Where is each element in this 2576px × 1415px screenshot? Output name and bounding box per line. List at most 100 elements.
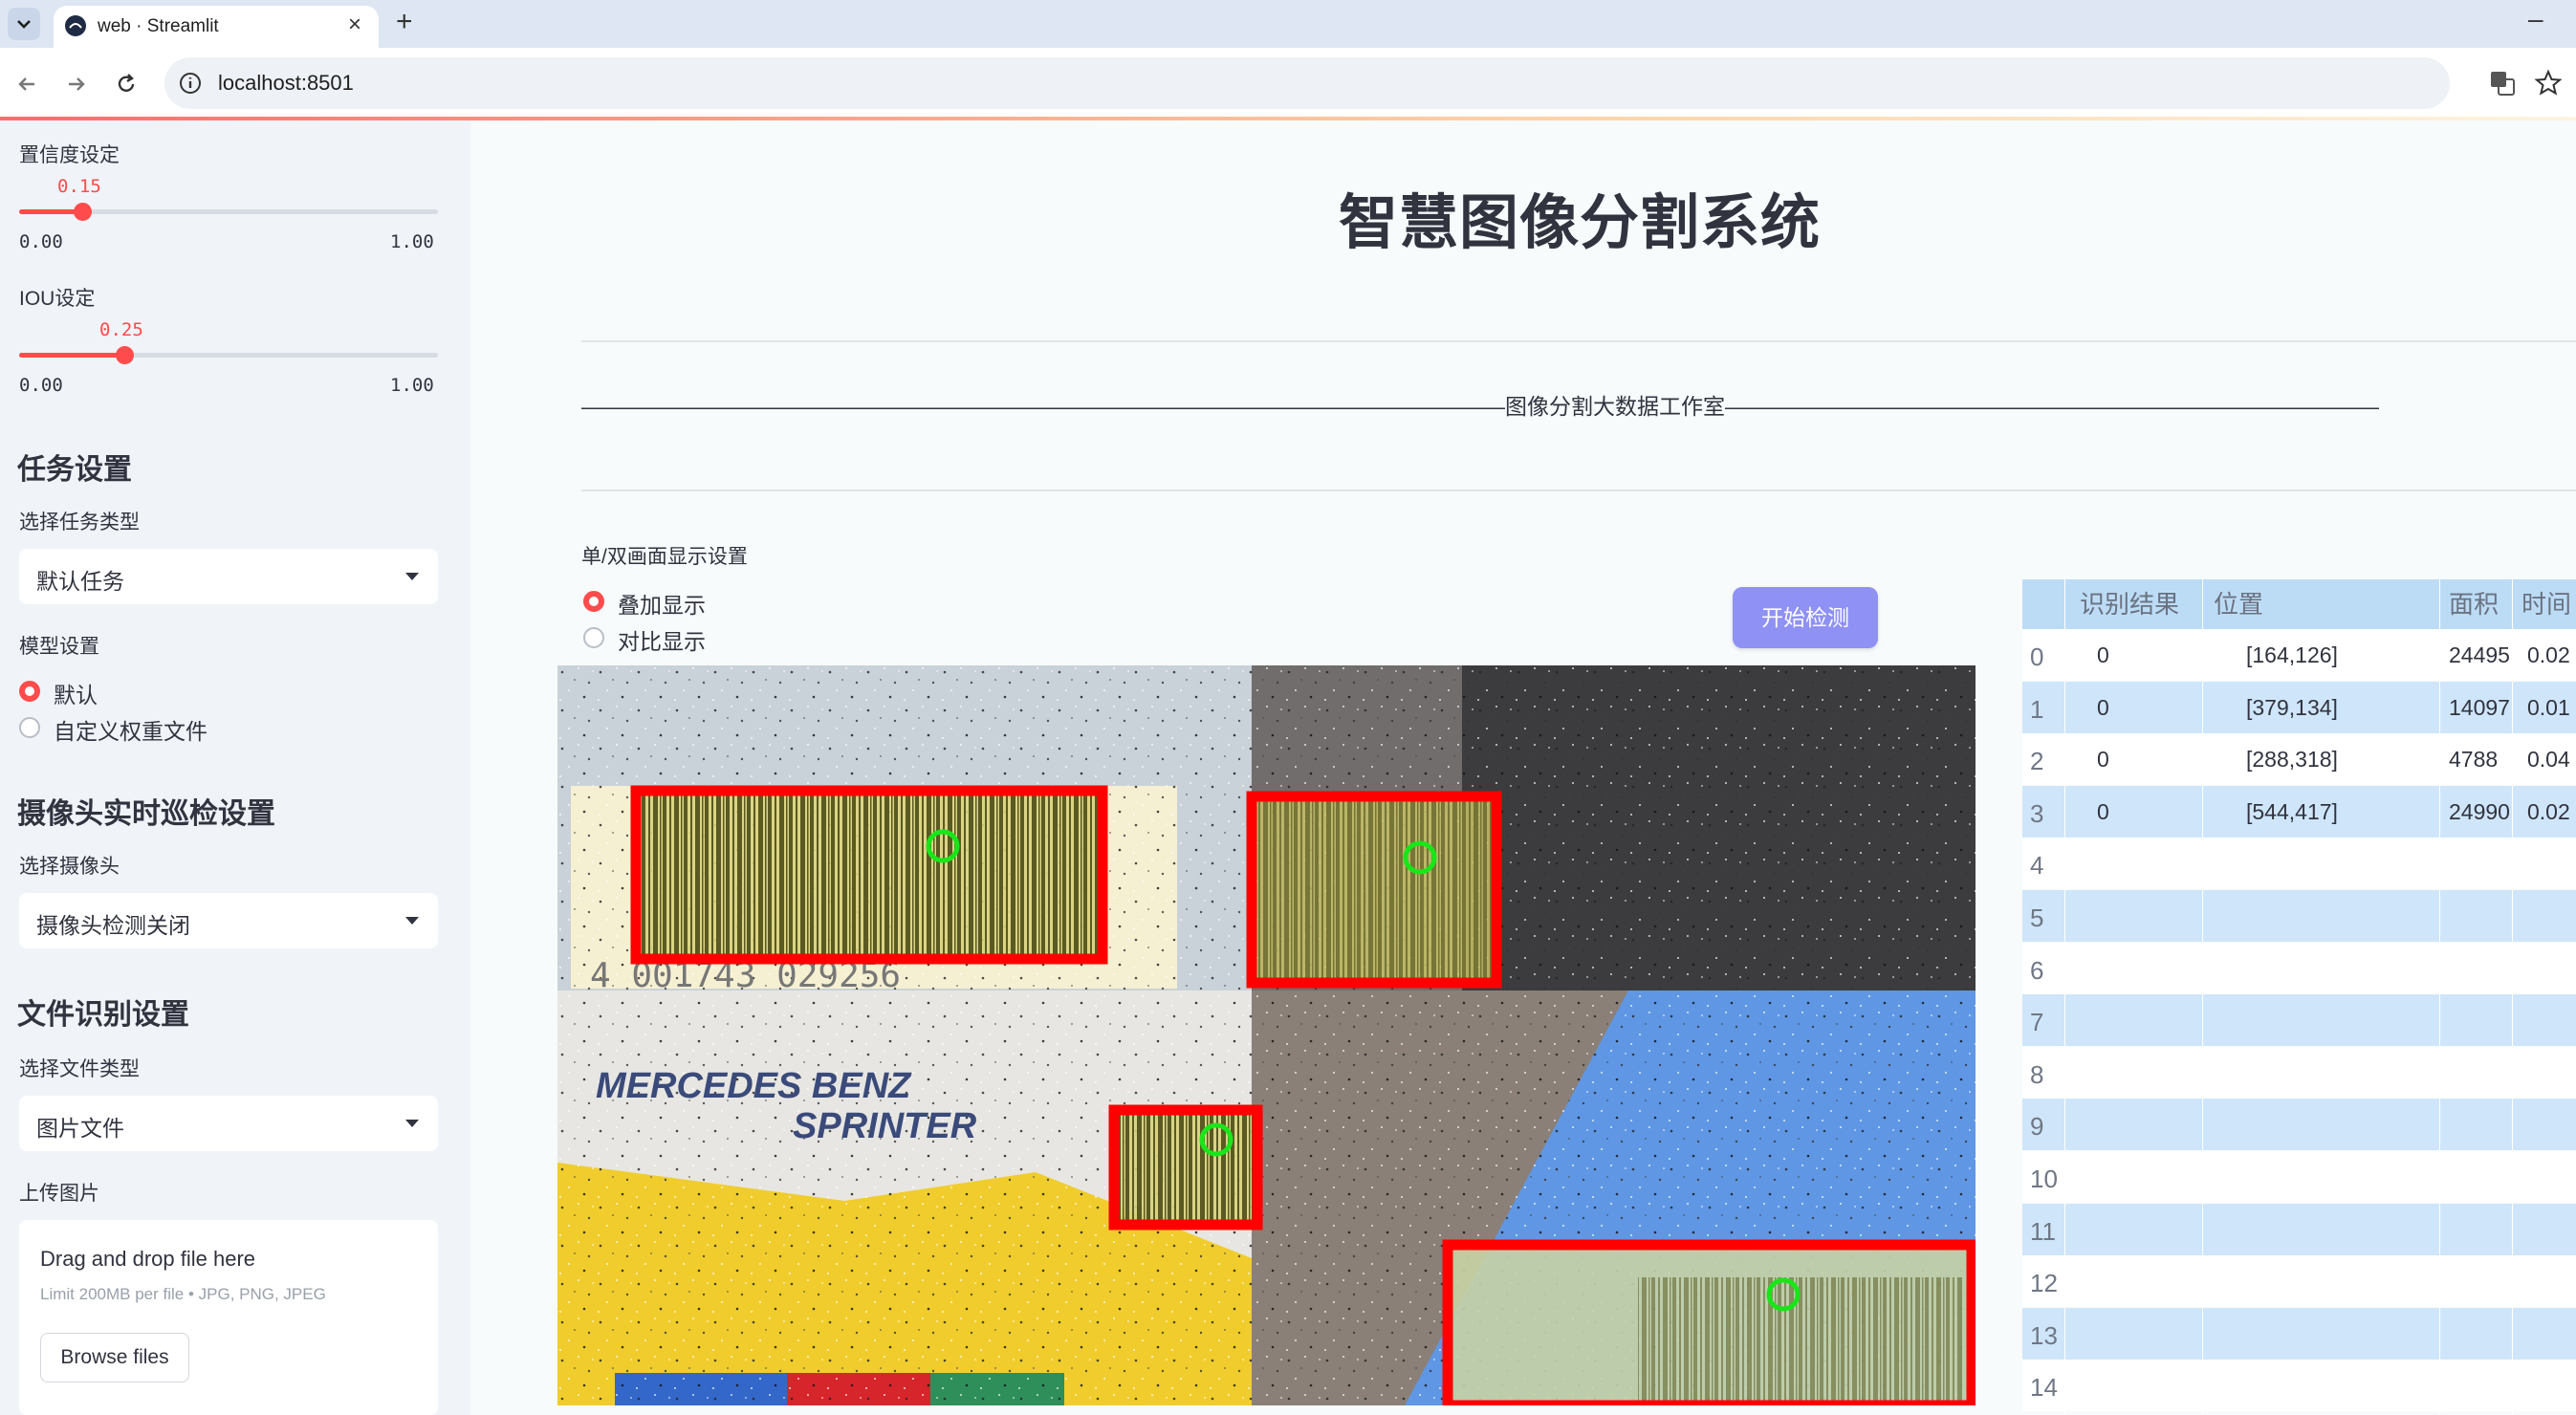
- table-row[interactable]: 13: [2022, 1307, 2576, 1360]
- studio-subtitle: ————————————————————————————————————————…: [581, 394, 2379, 419]
- table-row[interactable]: 12: [2022, 1255, 2576, 1308]
- address-bar[interactable]: localhost:8501: [164, 57, 2450, 109]
- start-detection-button[interactable]: 开始检测: [1733, 587, 1878, 648]
- confidence-slider[interactable]: [19, 203, 438, 221]
- page-title: 智慧图像分割系统: [1338, 190, 1821, 256]
- bookmark-star-icon[interactable]: [2534, 69, 2563, 98]
- browser-tab[interactable]: web · Streamlit ×: [54, 6, 379, 48]
- overlay-display-label: 叠加显示: [618, 593, 706, 618]
- table-row[interactable]: 0 0 [164,126] 24495 0.02: [2022, 629, 2576, 681]
- minimize-window-icon[interactable]: –: [2528, 4, 2543, 34]
- column-divider: [2439, 579, 2440, 1415]
- row-index: 0: [2030, 642, 2044, 671]
- row-index: 13: [2030, 1320, 2058, 1350]
- model-settings-label: 模型设置: [19, 636, 99, 658]
- display-mode-label: 单/双画面显示设置: [581, 546, 748, 568]
- detection-box-0: [630, 785, 1108, 965]
- back-arrow-icon[interactable]: [13, 71, 40, 98]
- camera-settings-heading: 摄像头实时巡检设置: [17, 798, 275, 830]
- table-row[interactable]: 6: [2022, 942, 2576, 994]
- divider-top: [581, 340, 2576, 342]
- row-index: 11: [2030, 1216, 2056, 1246]
- row-index: 8: [2030, 1059, 2044, 1089]
- table-row[interactable]: 11: [2022, 1203, 2576, 1255]
- browse-files-button[interactable]: Browse files: [40, 1333, 189, 1382]
- row-index: 6: [2030, 955, 2044, 985]
- tab-list-chevron-icon[interactable]: [8, 8, 40, 40]
- upload-label: 上传图片: [19, 1183, 99, 1205]
- iou-value: 0.25: [99, 319, 143, 340]
- row-index: 14: [2030, 1373, 2058, 1403]
- detection-box-1: [1246, 791, 1502, 989]
- confidence-max: 1.00: [390, 231, 434, 252]
- row-index: 5: [2030, 903, 2044, 932]
- dropzone-title: Drag and drop file here: [40, 1247, 256, 1271]
- table-row[interactable]: 9: [2022, 1099, 2576, 1151]
- cell-time: 0.02: [2527, 642, 2570, 667]
- file-type-select[interactable]: 图片文件: [19, 1096, 438, 1151]
- camera-label: 选择摄像头: [19, 856, 120, 878]
- divider-bottom: [581, 490, 2576, 491]
- table-row[interactable]: 3 0 [544,417] 24990 0.02: [2022, 785, 2576, 838]
- site-info-icon[interactable]: [178, 71, 203, 96]
- iou-slider[interactable]: [19, 346, 438, 364]
- confidence-min: 0.00: [19, 231, 63, 252]
- header-result[interactable]: 识别结果: [2080, 579, 2179, 629]
- url-text: localhost:8501: [218, 71, 354, 95]
- cell-time: 0.02: [2527, 798, 2570, 824]
- table-row[interactable]: 1 0 [379,134] 14097 0.01: [2022, 681, 2576, 733]
- cell-area: 24495: [2449, 642, 2510, 667]
- cell-position: [288,318]: [2246, 747, 2338, 773]
- header-position[interactable]: 位置: [2214, 579, 2263, 629]
- close-tab-icon[interactable]: ×: [348, 11, 361, 38]
- camera-value: 摄像头检测关闭: [36, 913, 190, 938]
- task-type-select[interactable]: 默认任务: [19, 549, 438, 604]
- table-row[interactable]: 7: [2022, 994, 2576, 1047]
- results-table[interactable]: 识别结果 位置 面积 时间 0 0 [164,126] 24495 0.02 1 0 [379…: [2022, 579, 2576, 1415]
- camera-select[interactable]: 摄像头检测关闭: [19, 893, 438, 948]
- translate-icon[interactable]: [2488, 69, 2517, 98]
- table-row[interactable]: 5: [2022, 890, 2576, 942]
- detection-box-3: [1442, 1239, 1976, 1405]
- file-type-label: 选择文件类型: [19, 1058, 140, 1080]
- table-row[interactable]: 2 0 [288,318] 4788 0.04: [2022, 733, 2576, 786]
- confidence-slider-thumb[interactable]: [74, 203, 92, 221]
- image-text-mercedes: MERCEDES BENZ: [596, 1066, 912, 1106]
- model-custom-radio[interactable]: [19, 717, 40, 738]
- reload-icon[interactable]: [113, 71, 140, 98]
- cell-position: [164,126]: [2246, 642, 2338, 667]
- column-divider: [2512, 579, 2513, 1415]
- forward-arrow-icon[interactable]: [63, 71, 90, 98]
- table-row[interactable]: 4: [2022, 838, 2576, 890]
- row-index: 2: [2030, 747, 2044, 776]
- iou-slider-thumb[interactable]: [116, 346, 134, 364]
- cell-result: 0: [2097, 798, 2109, 824]
- detection-canvas: MERCEDES BENZ SPRINTER 4 001743 029256: [557, 665, 1976, 1405]
- new-tab-icon[interactable]: +: [396, 6, 413, 38]
- chevron-down-icon: [405, 1120, 419, 1127]
- iou-slider-fill: [19, 353, 124, 358]
- row-index: 12: [2030, 1269, 2058, 1298]
- iou-label: IOU设定: [19, 288, 96, 310]
- column-divider: [2202, 579, 2203, 1415]
- file-dropzone[interactable]: Drag and drop file here Limit 200MB per …: [19, 1220, 438, 1415]
- cell-result: 0: [2097, 642, 2109, 667]
- dropzone-hint: Limit 200MB per file • JPG, PNG, JPEG: [40, 1285, 326, 1303]
- detection-box-2: [1108, 1104, 1263, 1230]
- table-row[interactable]: 14: [2022, 1360, 2576, 1412]
- cell-area: 24990: [2449, 798, 2510, 824]
- table-row[interactable]: 10: [2022, 1151, 2576, 1203]
- detection-result-image: MERCEDES BENZ SPRINTER 4 001743 029256: [557, 665, 1976, 1405]
- table-row[interactable]: 8: [2022, 1046, 2576, 1099]
- model-default-radio[interactable]: [19, 681, 40, 702]
- overlay-display-radio[interactable]: [583, 591, 604, 612]
- tab-title: web · Streamlit: [98, 16, 219, 36]
- chevron-down-icon: [405, 573, 419, 580]
- file-type-value: 图片文件: [36, 1116, 124, 1141]
- confidence-value: 0.15: [57, 176, 101, 197]
- model-custom-label: 自定义权重文件: [54, 719, 207, 744]
- header-time[interactable]: 时间: [2521, 579, 2571, 629]
- header-area[interactable]: 面积: [2449, 579, 2499, 629]
- compare-display-radio[interactable]: [583, 627, 604, 648]
- browser-tab-bar: web · Streamlit × + –: [0, 0, 2576, 48]
